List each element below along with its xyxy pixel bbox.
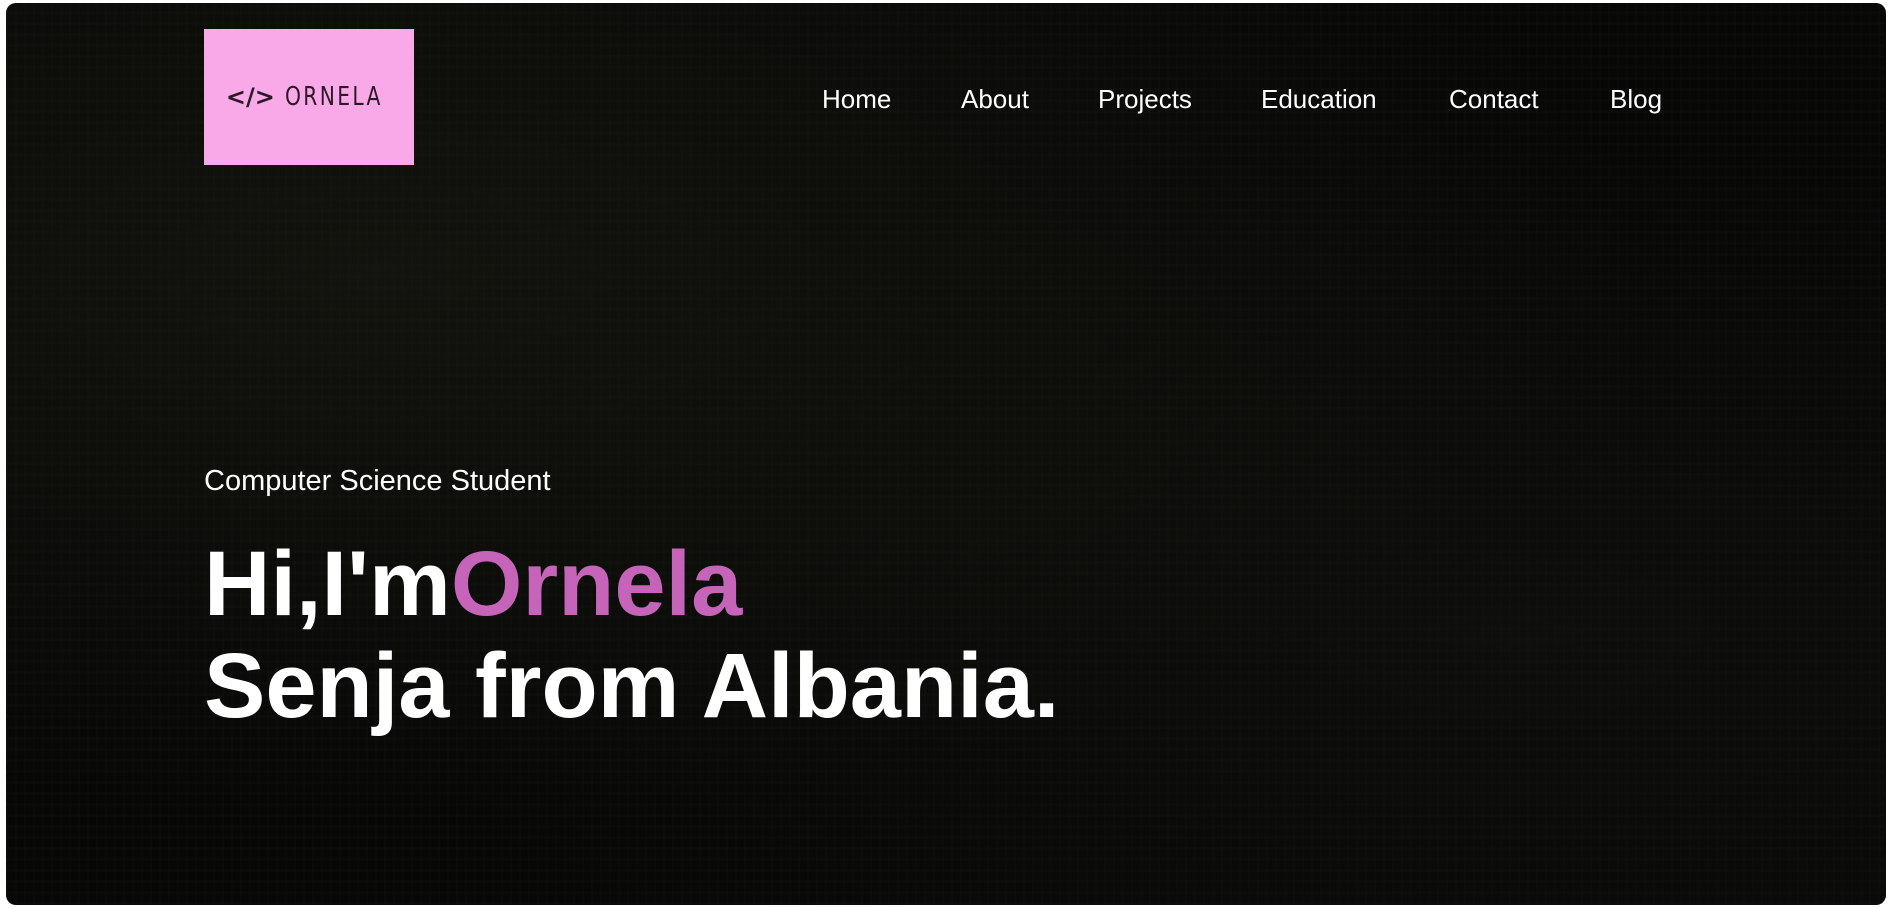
nav-link-contact[interactable]: Contact bbox=[1449, 81, 1539, 117]
nav-link-blog[interactable]: Blog bbox=[1610, 81, 1662, 117]
nav-link-home[interactable]: Home bbox=[822, 81, 891, 117]
hero-headline-line2: Senja from Albania. bbox=[204, 635, 1060, 737]
main-nav: Home About Projects Education Contact Bl… bbox=[6, 81, 1886, 117]
nav-link-education[interactable]: Education bbox=[1261, 81, 1377, 117]
hero-headline: Hi,I'mOrnela Senja from Albania. bbox=[204, 533, 1059, 737]
hero-greeting: Hi,I'm bbox=[204, 533, 451, 635]
nav-link-about[interactable]: About bbox=[961, 81, 1029, 117]
hero-name-highlight: Ornela bbox=[450, 533, 743, 635]
hero-section: </> ORNELA Home About Projects Education… bbox=[6, 3, 1886, 905]
nav-link-projects[interactable]: Projects bbox=[1098, 81, 1192, 117]
hero-subtitle: Computer Science Student bbox=[204, 465, 551, 497]
